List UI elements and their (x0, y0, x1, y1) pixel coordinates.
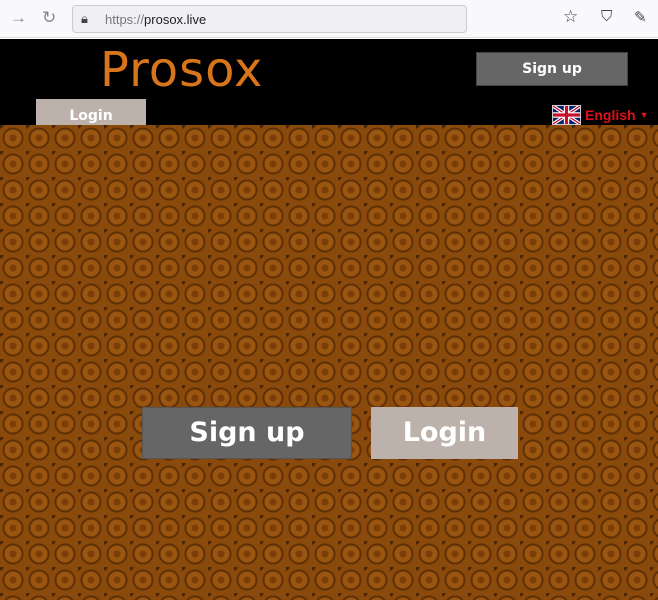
reload-icon[interactable]: ↻ (42, 8, 56, 28)
logo[interactable]: Prosox (100, 42, 263, 98)
forward-icon[interactable]: → (10, 8, 27, 28)
uk-flag-icon (552, 105, 581, 125)
language-selector[interactable]: English ▼ (552, 105, 648, 125)
bookmark-star-icon[interactable]: ☆ (563, 7, 578, 27)
main-content: Sign up Login (0, 125, 658, 600)
site-header: Prosox Sign up Login English ▼ (0, 39, 658, 133)
header-signup-button[interactable]: Sign up (476, 52, 628, 86)
signup-button[interactable]: Sign up (142, 407, 352, 459)
caret-down-icon: ▼ (639, 110, 649, 120)
login-button[interactable]: Login (371, 407, 518, 459)
lock-icon[interactable]: 🔒︎ (81, 11, 88, 27)
shield-icon[interactable]: ⛉ (601, 8, 612, 25)
browser-toolbar: → ↻ 🔒︎ https://prosox.live ☆ ⛉ ✎ (0, 0, 658, 38)
extension-icon[interactable]: ✎ (634, 8, 647, 26)
url-host: prosox.live (144, 12, 207, 27)
address-bar[interactable]: 🔒︎ https://prosox.live (72, 5, 467, 33)
language-label: English (585, 107, 636, 123)
url-protocol: https:// (105, 12, 145, 27)
